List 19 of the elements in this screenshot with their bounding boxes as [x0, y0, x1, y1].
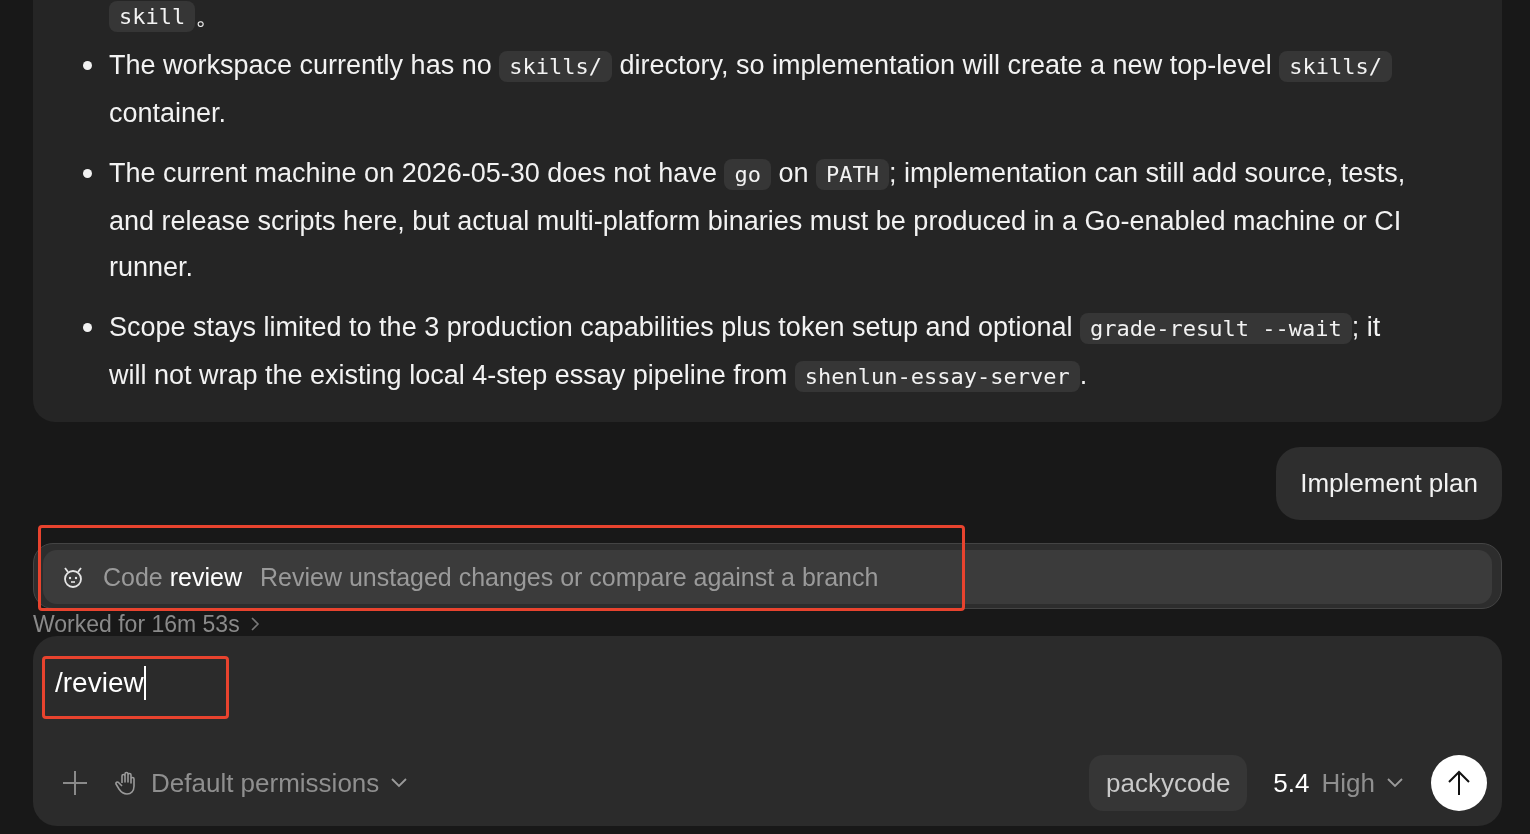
send-button[interactable] [1431, 755, 1487, 811]
bug-face-icon [61, 565, 85, 589]
command-item[interactable]: Code review Review unstaged changes or compare against a branch [43, 550, 1492, 604]
bullet-icon [83, 169, 92, 178]
user-message: Implement plan [1276, 447, 1502, 520]
chevron-down-icon [1387, 778, 1403, 788]
bullet-text: Scope stays limited to the 3 production capabilities plus token setup and optional grade-result --wait ; it will not wrap the existing local 4-step essay pipeline from shenlun-essay-server . [109, 311, 1382, 394]
bullet-icon [83, 61, 92, 70]
model-dropdown[interactable]: 5.4 High [1273, 767, 1403, 799]
worked-for-link[interactable]: Worked for 16m 53s [33, 612, 260, 636]
message-field[interactable]: /review [55, 666, 146, 700]
add-icon[interactable] [61, 769, 89, 797]
chevron-down-icon [391, 778, 408, 788]
bullet-text: The current machine on 2026-05-30 does not have go on PATH ; implementation can still add source, tests, and release scripts here, but actual multi-platform binaries must be produced in a Go-enabled machine or CI runner. [109, 157, 1407, 284]
bullet-text: The workspace currently has no skills/ directory, so implementation will create a new top-level skills/ container. [109, 42, 1422, 136]
chevron-right-icon [249, 616, 260, 632]
provider-button[interactable]: packycode [1089, 755, 1248, 811]
bullet-icon [83, 323, 92, 332]
permissions-dropdown[interactable]: Default permissions [115, 767, 408, 799]
